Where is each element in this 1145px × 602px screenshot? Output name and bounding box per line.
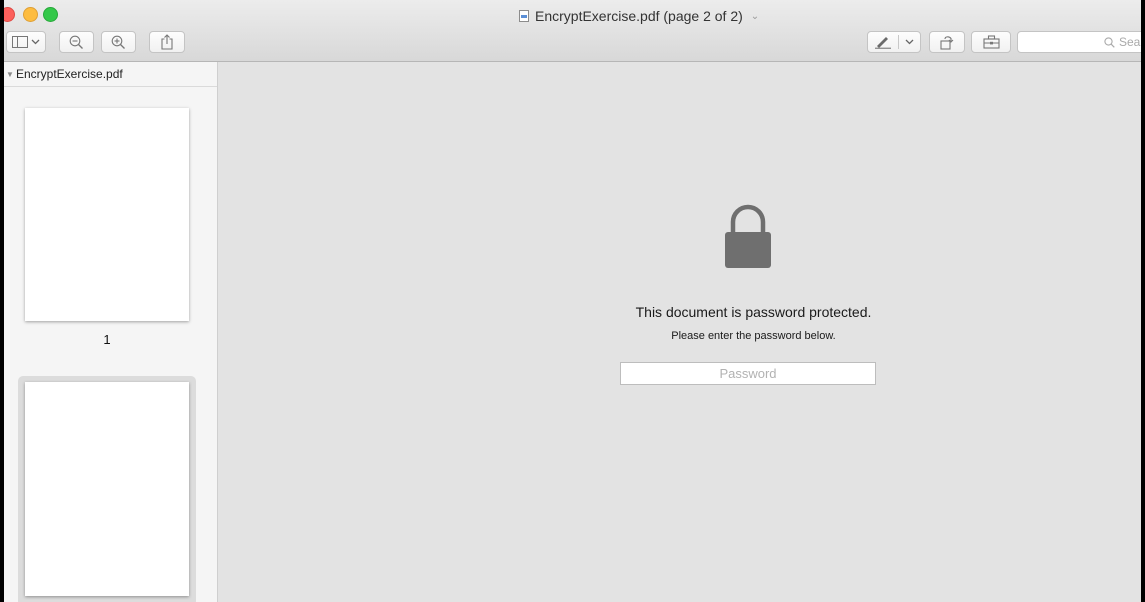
- disclosure-triangle-icon[interactable]: ▼: [6, 70, 16, 79]
- close-window-button[interactable]: [4, 7, 15, 22]
- chevron-down-icon: [905, 39, 914, 45]
- window-title[interactable]: EncryptExercise.pdf (page 2 of 2) ⌄: [519, 7, 759, 25]
- thumbnail-sidebar: ▼ EncryptExercise.pdf 1: [4, 62, 218, 602]
- share-button[interactable]: [149, 31, 185, 53]
- toolbox-button[interactable]: [971, 31, 1011, 53]
- window-title-text: EncryptExercise.pdf (page 2 of 2): [535, 8, 743, 24]
- password-protected-title: This document is password protected.: [635, 304, 872, 320]
- lock-icon: [725, 204, 771, 268]
- sidebar-file-name: EncryptExercise.pdf: [16, 67, 123, 81]
- toolbar-separator: [898, 35, 899, 49]
- password-protected-subtitle: Please enter the password below.: [671, 330, 836, 342]
- sidebar-file-header[interactable]: ▼ EncryptExercise.pdf: [4, 62, 217, 87]
- sidebar-toggle-button[interactable]: [6, 31, 46, 53]
- search-input[interactable]: Sea: [1017, 31, 1141, 53]
- zoom-out-button[interactable]: [59, 31, 94, 53]
- zoom-in-button[interactable]: [101, 31, 136, 53]
- markup-button[interactable]: [867, 31, 921, 53]
- password-field[interactable]: [620, 362, 876, 385]
- minimize-window-button[interactable]: [23, 7, 38, 22]
- sidebar-icon: [12, 36, 28, 48]
- rotate-icon: [940, 36, 954, 50]
- search-placeholder: Sea: [1119, 35, 1141, 49]
- preview-window: EncryptExercise.pdf (page 2 of 2) ⌄ Sea …: [4, 0, 1141, 602]
- share-icon: [161, 34, 173, 50]
- page-thumbnail-label: 1: [103, 332, 111, 347]
- zoom-out-icon: [69, 35, 83, 49]
- page-thumbnail-1[interactable]: [25, 108, 189, 321]
- maximize-window-button[interactable]: [43, 7, 58, 22]
- pdf-document-icon: [519, 10, 529, 22]
- toolbox-icon: [982, 35, 1000, 49]
- page-thumbnail-2[interactable]: [25, 382, 189, 596]
- document-view: This document is password protected. Ple…: [218, 62, 1141, 602]
- pen-icon: [875, 37, 891, 49]
- chevron-down-icon: [31, 39, 40, 45]
- search-icon: [1104, 36, 1115, 48]
- title-bar: EncryptExercise.pdf (page 2 of 2) ⌄ Sea: [4, 0, 1141, 62]
- rotate-button[interactable]: [929, 31, 965, 53]
- chevron-down-icon: ⌄: [750, 10, 760, 22]
- zoom-in-icon: [111, 35, 125, 49]
